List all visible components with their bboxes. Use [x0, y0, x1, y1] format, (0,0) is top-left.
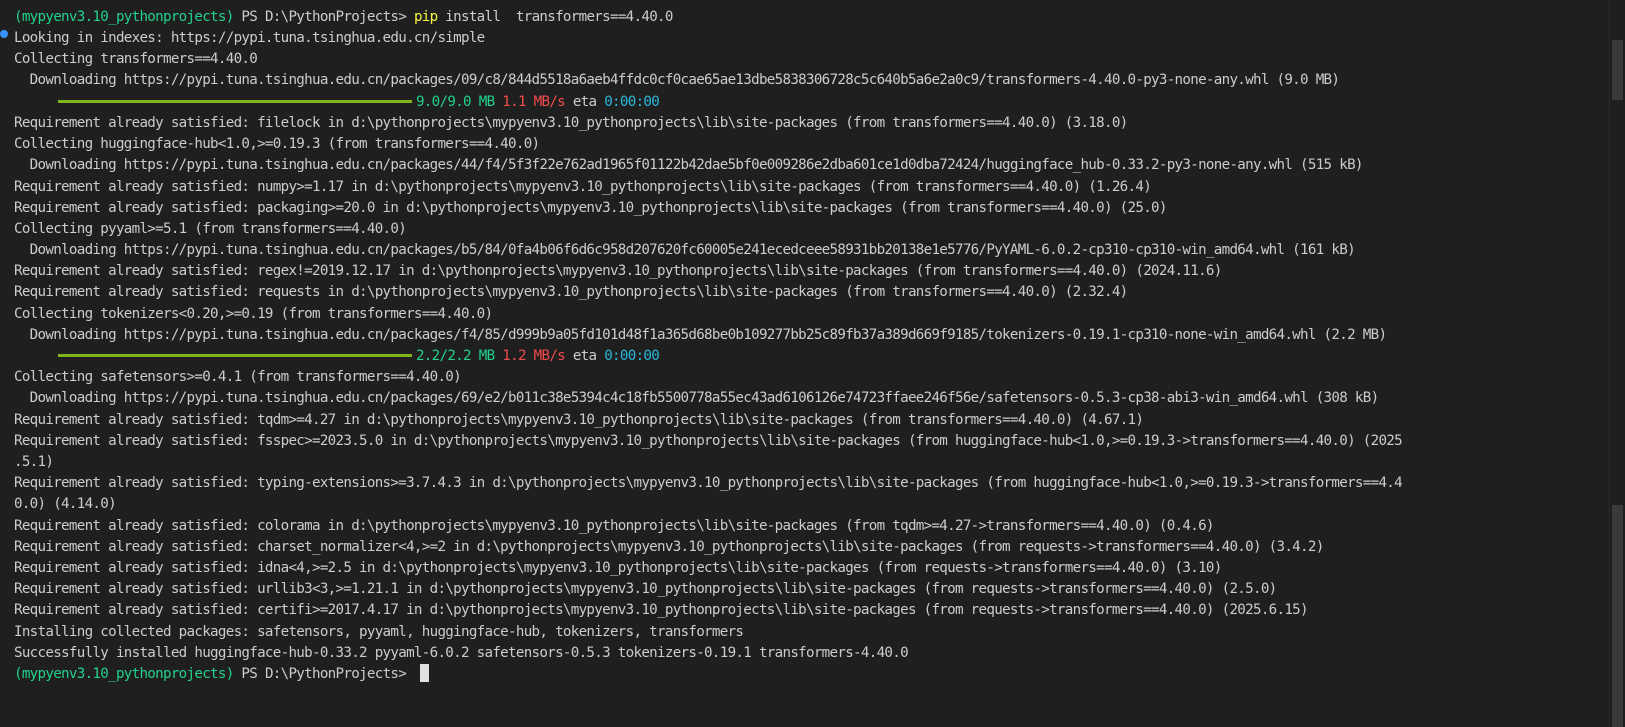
command-args: install transformers==4.40.0: [437, 9, 673, 25]
progress-eta: 0:00:00: [604, 94, 660, 110]
progress-eta-label: eta: [572, 94, 597, 110]
output-line: Looking in indexes: https://pypi.tuna.ts…: [14, 30, 485, 46]
command-name: pip: [413, 9, 438, 25]
output-line: Requirement already satisfied: colorama …: [14, 518, 1214, 534]
prompt-env: (mypyenv3.10_pythonprojects): [14, 9, 234, 25]
output-line: Downloading https://pypi.tuna.tsinghua.e…: [14, 327, 1387, 343]
output-line: Requirement already satisfied: certifi>=…: [14, 602, 1309, 618]
output-line: Requirement already satisfied: idna<4,>=…: [14, 560, 1222, 576]
output-line: Collecting tokenizers<0.20,>=0.19 (from …: [14, 306, 493, 322]
output-line: Requirement already satisfied: typing-ex…: [14, 475, 1403, 491]
prompt-path: PS D:\PythonProjects>: [233, 666, 414, 682]
progress-speed: 1.1 MB/s: [502, 94, 565, 110]
output-line: Collecting pyyaml>=5.1 (from transformer…: [14, 221, 407, 237]
progress-bar: [58, 99, 412, 103]
output-line: Requirement already satisfied: regex!=20…: [14, 263, 1222, 279]
terminal-window: { "terminal": { "prompt_env": "(mypyenv3…: [0, 0, 1625, 727]
output-line: Downloading https://pypi.tuna.tsinghua.e…: [14, 72, 1340, 88]
output-line: Requirement already satisfied: filelock …: [14, 115, 1128, 131]
progress-size: 2.2/2.2 MB: [416, 348, 495, 364]
text-cursor: [419, 664, 429, 682]
output-line: Requirement already satisfied: fsspec>=2…: [14, 433, 1403, 449]
progress-bar: [58, 353, 412, 357]
terminal-output[interactable]: (mypyenv3.10_pythonprojects) PS D:\Pytho…: [0, 0, 1610, 727]
output-line: Requirement already satisfied: packaging…: [14, 200, 1167, 216]
output-line: Successfully installed huggingface-hub-0…: [14, 645, 909, 661]
command-decoration-dot[interactable]: [0, 30, 8, 38]
command-line: (mypyenv3.10_pythonprojects) PS D:\Pytho…: [14, 6, 673, 28]
output-line: Requirement already satisfied: urllib3<3…: [14, 581, 1277, 597]
progress-speed: 1.2 MB/s: [502, 348, 565, 364]
prompt-path: PS D:\PythonProjects>: [233, 9, 414, 25]
vertical-scrollbar[interactable]: [1609, 0, 1625, 727]
output-line: 0.0) (4.14.0): [14, 496, 117, 512]
progress-eta: 0:00:00: [604, 348, 660, 364]
output-line: Collecting safetensors>=0.4.1 (from tran…: [14, 369, 462, 385]
output-line: Downloading https://pypi.tuna.tsinghua.e…: [14, 157, 1364, 173]
output-line: .5.1): [14, 454, 54, 470]
progress-line: 9.0/9.0 MB 1.1 MB/s eta 0:00:00: [14, 91, 660, 113]
progress-eta-label: eta: [572, 348, 597, 364]
progress-line: 2.2/2.2 MB 1.2 MB/s eta 0:00:00: [14, 345, 660, 367]
output-line: Collecting transformers==4.40.0: [14, 51, 258, 67]
output-line: Installing collected packages: safetenso…: [14, 624, 744, 640]
scrollbar-thumb[interactable]: [1612, 505, 1623, 727]
output-line: Requirement already satisfied: requests …: [14, 284, 1128, 300]
output-line: Downloading https://pypi.tuna.tsinghua.e…: [14, 390, 1379, 406]
scrollbar-marker[interactable]: [1612, 40, 1623, 100]
prompt-line[interactable]: (mypyenv3.10_pythonprojects) PS D:\Pytho…: [14, 663, 429, 685]
output-line: Requirement already satisfied: numpy>=1.…: [14, 179, 1152, 195]
progress-size: 9.0/9.0 MB: [416, 94, 495, 110]
output-line: Requirement already satisfied: tqdm>=4.2…: [14, 412, 1144, 428]
prompt-env: (mypyenv3.10_pythonprojects): [14, 666, 234, 682]
output-line: Downloading https://pypi.tuna.tsinghua.e…: [14, 242, 1356, 258]
output-line: Requirement already satisfied: charset_n…: [14, 539, 1324, 555]
output-line: Collecting huggingface-hub<1.0,>=0.19.3 …: [14, 136, 540, 152]
